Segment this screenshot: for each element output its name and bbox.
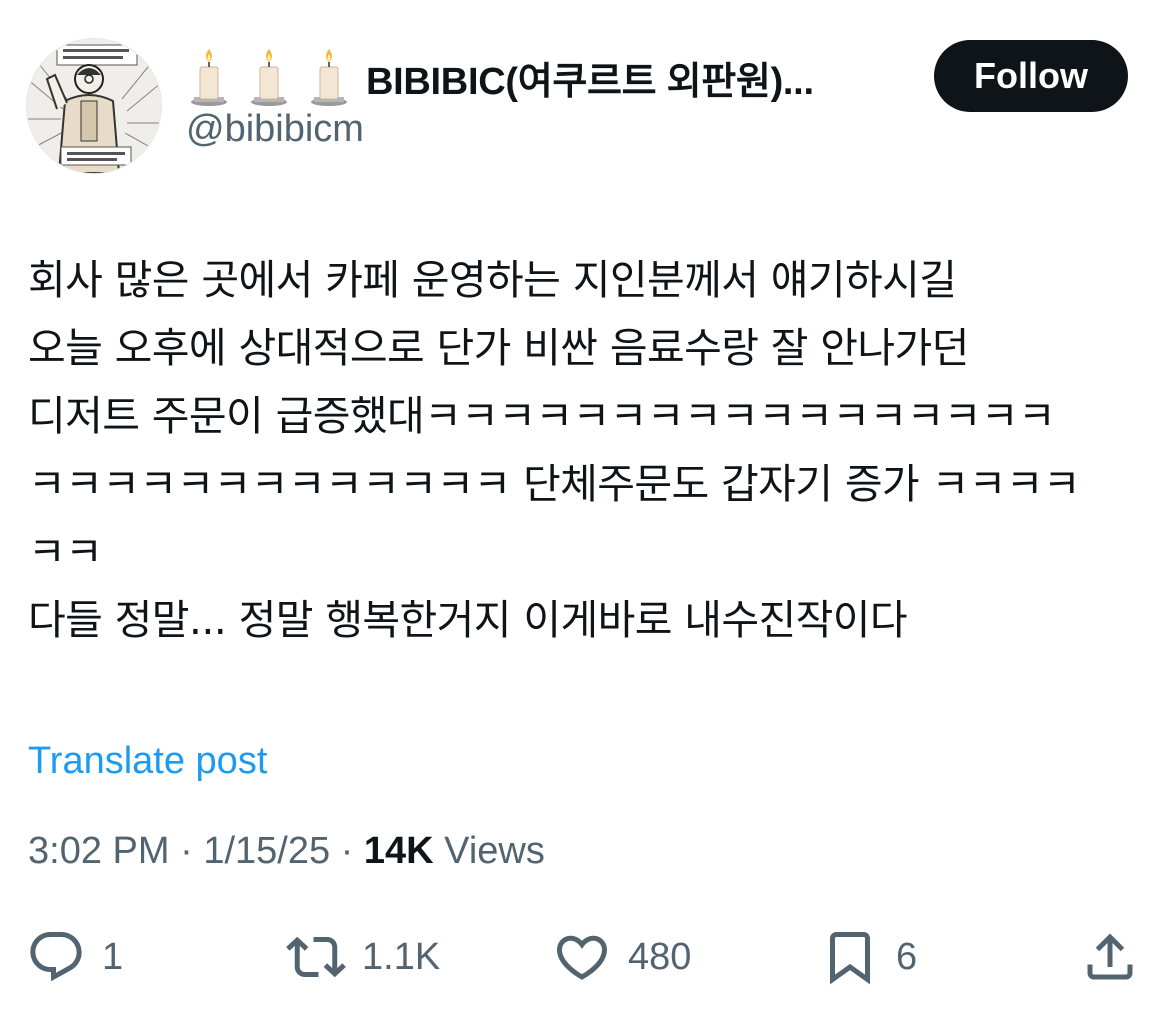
action-bar: 1 1.1K 480 6	[26, 922, 1140, 992]
avatar[interactable]	[26, 38, 162, 174]
post-text-line: ㅋㅋ	[28, 528, 103, 576]
bookmark-icon	[830, 932, 870, 985]
share-button[interactable]	[1080, 922, 1140, 992]
reply-button[interactable]: 1	[26, 922, 123, 992]
views-count: 14K	[363, 830, 434, 872]
translate-post-link[interactable]: Translate post	[28, 740, 267, 783]
share-icon	[1087, 933, 1133, 980]
post-text-line: 회사 많은 곳에서 카페 운영하는 지인분께서 얘기하시길	[28, 256, 957, 304]
follow-button[interactable]: Follow	[934, 40, 1128, 112]
post-text-line: 오늘 오후에 상대적으로 단가 비싼 음료수랑 잘 안나가던	[28, 324, 969, 372]
post-meta: 3:02 PM · 1/15/25 · 14K Views	[28, 830, 545, 873]
bookmark-button[interactable]: 6	[820, 922, 917, 992]
repost-count: 1.1K	[362, 935, 441, 978]
heart-icon	[556, 935, 608, 980]
views-label: Views	[433, 830, 545, 872]
like-count: 480	[628, 935, 692, 978]
avatar-image	[27, 39, 161, 173]
name-row: BIBIBIC(여쿠르트 외판원)...	[186, 46, 814, 108]
post-text-line: 디저트 주문이 급증했대ㅋㅋㅋㅋㅋㅋㅋㅋㅋㅋㅋㅋㅋㅋㅋㅋㅋ	[28, 392, 1056, 440]
reply-icon	[30, 932, 82, 982]
display-name[interactable]: BIBIBIC(여쿠르트 외판원)...	[366, 50, 814, 105]
candle-icon	[191, 49, 227, 106]
meta-separator: ·	[330, 830, 364, 872]
post-time[interactable]: 3:02 PM	[28, 830, 170, 872]
candle-icon	[311, 49, 347, 106]
reply-count: 1	[102, 935, 124, 978]
meta-separator: ·	[169, 830, 204, 872]
post-text-line: ㅋㅋㅋㅋㅋㅋㅋㅋㅋㅋㅋㅋㅋ 단체주문도 갑자기 증가 ㅋㅋㅋㅋ	[28, 460, 1081, 508]
bookmark-count: 6	[896, 935, 918, 978]
post-text: 회사 많은 곳에서 카페 운영하는 지인분께서 얘기하시길 오늘 오후에 상대적…	[28, 246, 1128, 654]
post-text-line: 다들 정말... 정말 행복한거지 이게바로 내수진작이다	[28, 596, 908, 644]
like-button[interactable]: 480	[552, 922, 691, 992]
repost-icon	[286, 936, 346, 978]
post-date[interactable]: 1/15/25	[203, 830, 330, 872]
candle-emojis	[186, 47, 352, 107]
repost-button[interactable]: 1.1K	[286, 922, 440, 992]
handle[interactable]: @bibibicm	[186, 108, 364, 151]
post-header: BIBIBIC(여쿠르트 외판원)... @bibibicm Follow	[26, 38, 1130, 174]
candle-icon	[251, 49, 287, 106]
